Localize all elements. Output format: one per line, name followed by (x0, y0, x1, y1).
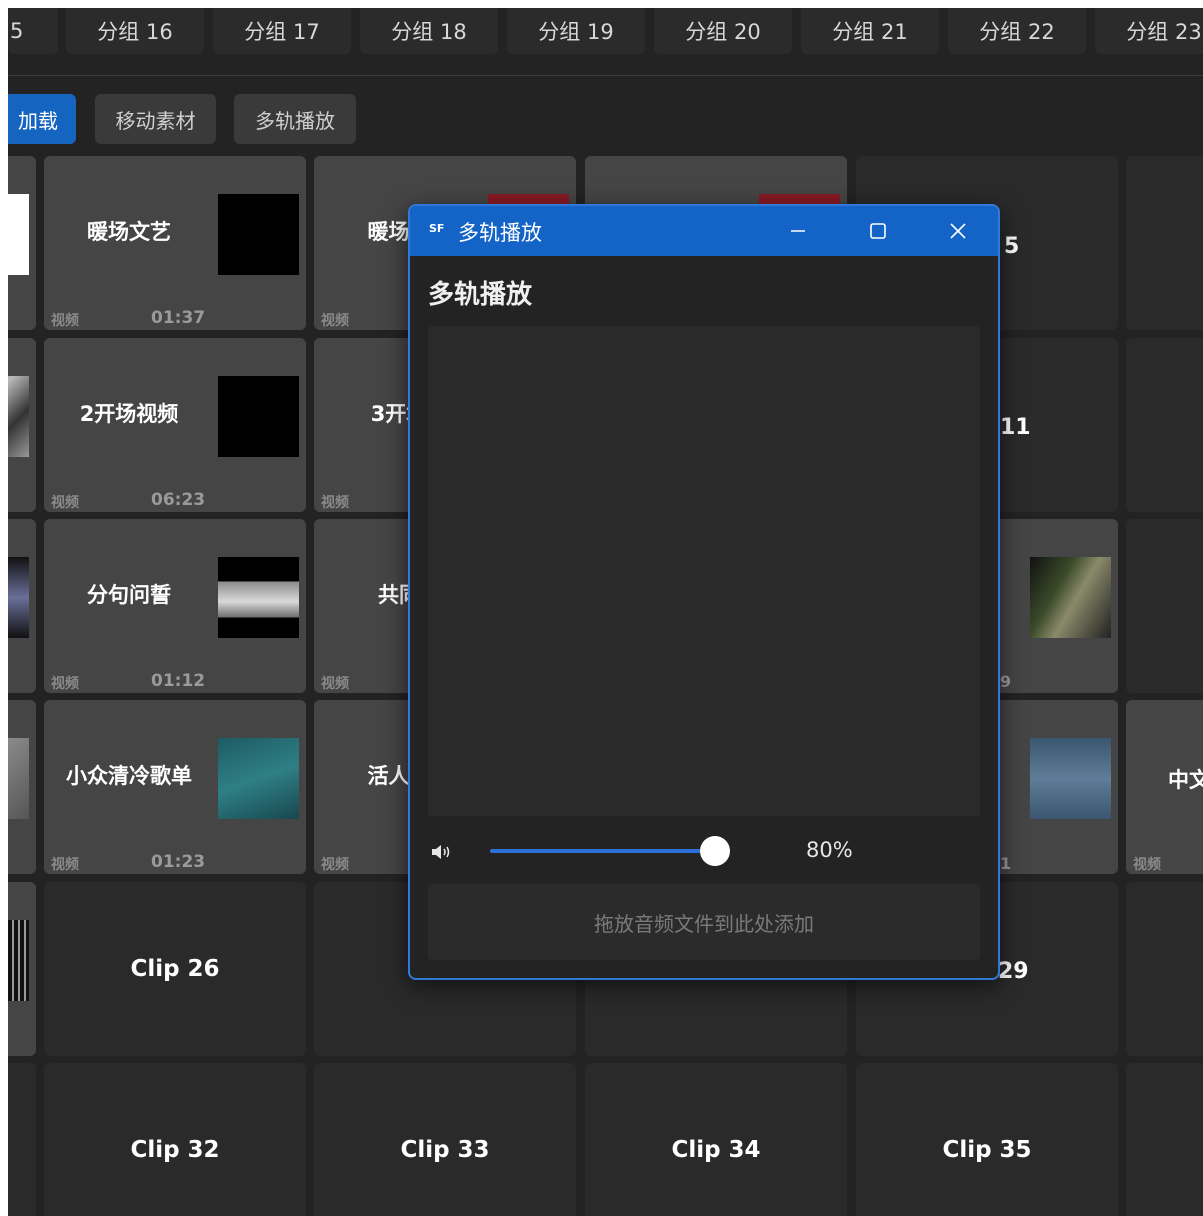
clip-title: Clip 35 (942, 1137, 1032, 1163)
clip-type: 视频 (321, 313, 349, 329)
volume-slider-track[interactable] (490, 849, 718, 853)
clip-thumbnail (218, 557, 299, 638)
clip-type: 视频 (51, 495, 79, 511)
minimize-button[interactable] (776, 212, 820, 250)
clip-tile[interactable]: 分句问誓 视频 01:12 (44, 519, 306, 693)
close-button[interactable] (936, 212, 980, 250)
clip-thumbnail (218, 194, 299, 275)
clip-thumbnail (1030, 557, 1111, 638)
clip-tile[interactable]: Clip 34 (585, 1063, 847, 1216)
clip-duration: 01:37 (151, 308, 206, 328)
minimize-icon (791, 230, 805, 232)
drop-hint: 拖放音频文件到此处添加 (594, 911, 814, 936)
clip-type: 视频 (321, 857, 349, 873)
clip-duration: 1 (1000, 854, 1012, 873)
volume-value: 80% (806, 838, 853, 862)
clip-type: 视频 (321, 676, 349, 692)
maximize-icon (870, 223, 886, 239)
clip-type: 视频 (51, 313, 79, 329)
volume-icon (430, 840, 454, 864)
clip-thumbnail (8, 738, 29, 819)
clip-tile[interactable] (1126, 156, 1203, 330)
clip-tile[interactable] (1126, 519, 1203, 693)
clip-title: 中文 (1168, 768, 1203, 792)
clip-thumbnail (8, 920, 29, 1001)
clip-title: 小众清冷歌单 (66, 764, 192, 788)
clip-title: 暖场文艺 (87, 220, 171, 244)
clip-tile[interactable] (8, 1063, 36, 1216)
clip-title: 分句问誓 (87, 583, 171, 607)
clip-duration: 01:23 (151, 852, 206, 872)
clip-tile[interactable]: Clip 26 (44, 882, 306, 1056)
clip-type: 视频 (51, 676, 79, 692)
dialog-titlebar[interactable]: SF 多轨播放 (410, 206, 998, 256)
multitrack-dialog: SF 多轨播放 多轨播放 80% 拖放音频文件到此处添加 (408, 204, 1000, 980)
track-list-panel[interactable] (428, 326, 980, 816)
clip-thumbnail (1030, 738, 1111, 819)
volume-slider-thumb[interactable] (700, 836, 730, 866)
clip-title: Clip 32 (130, 1137, 220, 1163)
clip-tile[interactable] (1126, 882, 1203, 1056)
clip-tile[interactable] (8, 882, 36, 1056)
maximize-button[interactable] (856, 212, 900, 250)
clip-type: 视频 (51, 857, 79, 873)
clip-thumbnail (8, 557, 29, 638)
audio-drop-zone[interactable]: 拖放音频文件到此处添加 (428, 884, 980, 960)
clip-tile[interactable]: 暖场文艺 视频 01:37 (44, 156, 306, 330)
clip-tile[interactable] (1126, 1063, 1203, 1216)
clip-title: Clip 26 (130, 956, 220, 982)
clip-title: 11 (1000, 415, 1031, 440)
clip-title: 5 (1004, 234, 1020, 259)
clip-thumbnail (8, 194, 29, 275)
clip-tile[interactable] (1126, 338, 1203, 512)
clip-duration: 06:23 (151, 490, 206, 510)
clip-title: Clip 33 (400, 1137, 490, 1163)
clip-title: 2开场视频 (79, 402, 179, 426)
clip-type: 视频 (1133, 857, 1161, 873)
clip-thumbnail (218, 738, 299, 819)
dialog-window-title: 多轨播放 (458, 221, 542, 245)
clip-tile[interactable]: 中文 视频 (1126, 700, 1203, 874)
clip-thumbnail (218, 376, 299, 457)
close-icon (950, 223, 966, 239)
clip-tile[interactable]: 2开场视频 视频 06:23 (44, 338, 306, 512)
clip-tile[interactable]: 小众清冷歌单 视频 01:23 (44, 700, 306, 874)
clip-tile[interactable] (8, 700, 36, 874)
clip-tile[interactable]: Clip 35 (856, 1063, 1118, 1216)
clip-tile[interactable]: Clip 33 (314, 1063, 576, 1216)
clip-tile[interactable] (8, 156, 36, 330)
clip-tile[interactable]: Clip 32 (44, 1063, 306, 1216)
clip-title: Clip 34 (671, 1137, 761, 1163)
clip-duration: 9 (1000, 672, 1012, 691)
clip-duration: 01:12 (151, 671, 206, 691)
clip-tile[interactable] (8, 519, 36, 693)
clip-thumbnail (8, 376, 29, 457)
clip-type: 视频 (321, 495, 349, 511)
clip-title: 29 (998, 959, 1029, 984)
clip-tile[interactable] (8, 338, 36, 512)
dialog-heading: 多轨播放 (428, 280, 533, 310)
app-logo-icon: SF (429, 222, 445, 235)
